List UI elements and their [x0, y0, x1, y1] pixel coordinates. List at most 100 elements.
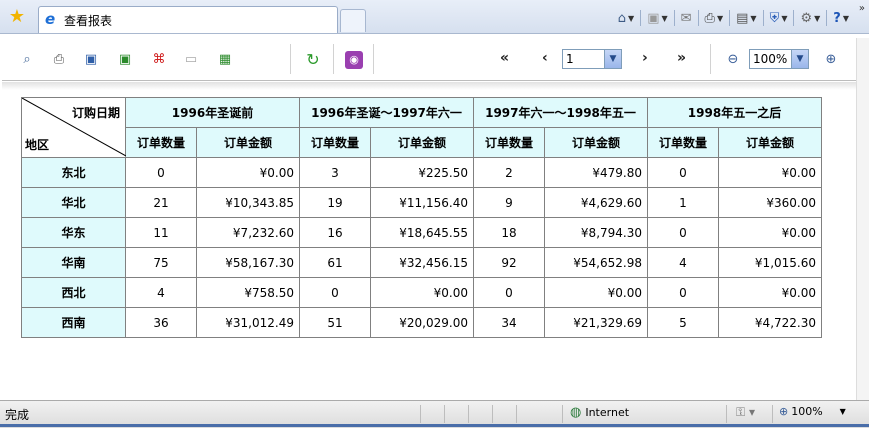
chevron-down-icon[interactable]: ▼	[661, 14, 667, 23]
rss-icon[interactable]: ◉	[345, 51, 363, 69]
mail-button[interactable]: ✉	[681, 8, 692, 28]
qty-cell: 34	[473, 307, 545, 338]
amount-cell: ¥360.00	[718, 187, 822, 218]
safety-menu-button[interactable]: ⛨ ▼	[770, 8, 788, 28]
printer-icon: ⎙	[704, 10, 715, 26]
amount-header: 订单金额	[544, 127, 648, 158]
qty-header: 订单数量	[647, 127, 719, 158]
mail-icon: ✉	[680, 10, 692, 26]
qty-cell: 0	[473, 277, 545, 308]
qty-cell: 3	[299, 157, 371, 188]
amount-cell: ¥479.80	[544, 157, 648, 188]
page-menu-button[interactable]: ▤ ▼	[736, 8, 756, 28]
refresh-icon[interactable]: ↻	[304, 51, 322, 69]
chevron-down-icon[interactable]: ▼	[814, 14, 820, 23]
amount-header: 订单金额	[718, 127, 822, 158]
magnifier-icon: ⊕	[779, 405, 789, 418]
qty-cell: 2	[473, 157, 545, 188]
excel-export-icon[interactable]: ▣	[116, 51, 134, 69]
status-zoom[interactable]: ⊕ 100% ▼	[779, 405, 846, 418]
qty-cell: 4	[647, 247, 719, 278]
report-table: 订购日期 地区 1996年圣诞前 1996年圣诞～1997年六一 1997年六一…	[21, 97, 822, 338]
prev-page-button[interactable]: ‹	[542, 50, 548, 66]
feeds-button[interactable]: ▣ ▼	[647, 8, 667, 28]
qty-cell: 0	[647, 217, 719, 248]
last-page-button[interactable]: »	[677, 50, 686, 66]
excel-data-export-icon[interactable]: ▦	[216, 51, 234, 69]
globe-icon: ◍	[570, 405, 582, 420]
printer-icon[interactable]: ⎙	[50, 51, 68, 69]
qty-cell: 75	[125, 247, 197, 278]
amount-cell: ¥54,652.98	[544, 247, 648, 278]
chevron-down-icon[interactable]: ▼	[628, 14, 634, 23]
chevron-down-icon[interactable]: ▼	[840, 407, 846, 416]
page-number-select[interactable]: 1 ▼	[562, 49, 622, 69]
home-icon: ⌂	[617, 10, 627, 26]
home-button[interactable]: ⌂ ▼	[618, 8, 634, 28]
qty-cell: 0	[125, 157, 197, 188]
qty-cell: 16	[299, 217, 371, 248]
amount-cell: ¥0.00	[718, 277, 822, 308]
amount-cell: ¥8,794.30	[544, 217, 648, 248]
text-export-icon[interactable]: ▭	[182, 51, 200, 69]
more-commands-icon[interactable]: »	[859, 3, 865, 14]
favorites-star-icon[interactable]: ★	[6, 6, 28, 28]
status-zoom-value: 100%	[791, 405, 823, 418]
qty-cell: 5	[647, 307, 719, 338]
qty-cell: 0	[299, 277, 371, 308]
amount-cell: ¥11,156.40	[370, 187, 474, 218]
region-cell: 西南	[21, 307, 126, 338]
amount-cell: ¥31,012.49	[196, 307, 300, 338]
group-header: 1997年六一～1998年五一	[473, 97, 648, 128]
table-row: 华东 11 ¥7,232.60 16 ¥18,645.55 18 ¥8,794.30 0 ¥0.…	[21, 217, 822, 248]
table-row: 西南 36 ¥31,012.49 51 ¥20,029.00 34 ¥21,329.69 5 ¥…	[21, 307, 822, 338]
help-icon: ?	[833, 10, 841, 26]
qty-cell: 9	[473, 187, 545, 218]
security-zone[interactable]: ◍ Internet	[570, 405, 629, 420]
chevron-down-icon[interactable]: ▼	[843, 14, 849, 23]
qty-cell: 92	[473, 247, 545, 278]
amount-cell: ¥7,232.60	[196, 217, 300, 248]
zoom-in-icon[interactable]: ⊕	[822, 51, 840, 69]
chevron-down-icon[interactable]: ▼	[750, 14, 756, 23]
chevron-down-icon[interactable]: ▼	[604, 50, 621, 68]
page-number-value: 1	[566, 52, 574, 66]
table-row: 东北 0 ¥0.00 3 ¥225.50 2 ¥479.80 0 ¥0.00	[21, 157, 822, 188]
next-page-button[interactable]: ›	[642, 50, 648, 66]
amount-cell: ¥225.50	[370, 157, 474, 188]
region-cell: 东北	[21, 157, 126, 188]
chevron-down-icon[interactable]: ▼	[717, 14, 723, 23]
amount-cell: ¥0.00	[544, 277, 648, 308]
qty-cell: 51	[299, 307, 371, 338]
zoom-select[interactable]: 100% ▼	[749, 49, 809, 69]
find-icon[interactable]: ⌕	[18, 51, 36, 69]
tools-menu-button[interactable]: ⚙ ▼	[800, 8, 820, 28]
corner-header: 订购日期 地区	[21, 97, 126, 158]
qty-header: 订单数量	[125, 127, 197, 158]
qty-cell: 0	[647, 157, 719, 188]
amount-cell: ¥0.00	[196, 157, 300, 188]
zoom-out-icon[interactable]: ⊖	[724, 51, 742, 69]
vertical-scrollbar[interactable]	[856, 38, 869, 400]
protected-mode-icon[interactable]: ⚿ ▾	[736, 405, 755, 420]
amount-cell: ¥4,629.60	[544, 187, 648, 218]
pdf-export-icon[interactable]: ⌘	[150, 51, 168, 69]
browser-tab[interactable]: e 查看报表	[38, 6, 338, 33]
qty-cell: 18	[473, 217, 545, 248]
qty-cell: 0	[647, 277, 719, 308]
chevron-down-icon[interactable]: ▼	[781, 14, 787, 23]
first-page-button[interactable]: «	[500, 50, 509, 66]
command-bar: ⌂ ▼ ▣ ▼ ✉ ⎙ ▼ ▤ ▼ ⛨ ▼ ⚙ ▼ ? ▼	[618, 8, 849, 28]
amount-cell: ¥10,343.85	[196, 187, 300, 218]
amount-cell: ¥758.50	[196, 277, 300, 308]
word-export-icon[interactable]: ▣	[82, 51, 100, 69]
help-menu-button[interactable]: ? ▼	[833, 8, 849, 28]
print-button[interactable]: ⎙ ▼	[705, 8, 724, 28]
status-text: 完成	[5, 408, 30, 422]
amount-cell: ¥18,645.55	[370, 217, 474, 248]
chevron-down-icon[interactable]: ▼	[791, 50, 808, 68]
group-header: 1996年圣诞～1997年六一	[299, 97, 474, 128]
region-cell: 华南	[21, 247, 126, 278]
report-toolbar: ⌕ ⎙ ▣ ▣ ⌘ ▭ ▦ ↻ ◉ « ‹ 1 ▼ › » ⊖ 100% ▼ ⊕	[2, 38, 856, 81]
new-tab-button[interactable]	[340, 9, 366, 32]
